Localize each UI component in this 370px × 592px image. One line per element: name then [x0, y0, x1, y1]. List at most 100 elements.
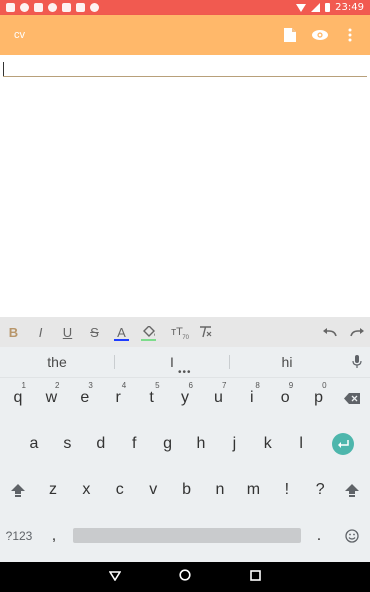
shift-left-key[interactable]	[2, 470, 34, 510]
shift-right-key[interactable]	[336, 470, 368, 510]
key-question[interactable]: ?	[304, 470, 336, 510]
key-row-4: ?123 , .	[0, 516, 370, 562]
undo-icon	[322, 327, 337, 336]
home-icon[interactable]	[179, 568, 192, 586]
undo-button[interactable]	[316, 317, 343, 347]
key-g[interactable]: g	[152, 424, 184, 464]
mic-icon[interactable]	[344, 355, 370, 369]
symbols-key[interactable]: ?123	[3, 516, 35, 556]
underline-button[interactable]: U	[54, 317, 81, 347]
key-j[interactable]: j	[218, 424, 250, 464]
backspace-key[interactable]	[336, 378, 368, 418]
screen: 23:49 cv B I U S A тT 70 the I hi ••• q …	[0, 0, 370, 592]
soft-keyboard: the I hi ••• q1w2e3r4t5y6u7i8o9p0 asdfgh…	[0, 347, 370, 562]
app-bar: cv	[0, 15, 370, 55]
recents-icon[interactable]	[250, 568, 261, 586]
key-i[interactable]: i	[236, 378, 268, 418]
key-row-2: asdfghjkl	[0, 424, 370, 470]
emoji-key[interactable]	[336, 516, 368, 556]
text-size-button[interactable]: тT 70	[162, 317, 192, 347]
text-color-swatch	[114, 339, 129, 341]
bold-button[interactable]: B	[0, 317, 27, 347]
format-toolbar: B I U S A тT 70	[0, 317, 370, 347]
key-x[interactable]: x	[70, 470, 102, 510]
key-z[interactable]: z	[37, 470, 69, 510]
key-n[interactable]: n	[204, 470, 236, 510]
clear-format-button[interactable]	[192, 317, 219, 347]
key-exclamation[interactable]: !	[271, 470, 303, 510]
key-h[interactable]: h	[185, 424, 217, 464]
text-size-value: 70	[182, 335, 189, 341]
fill-bucket-icon	[142, 326, 155, 337]
backspace-icon	[344, 392, 360, 404]
file-icon[interactable]	[282, 27, 298, 43]
app-icon	[90, 3, 99, 12]
document-title: cv	[14, 29, 25, 41]
key-q[interactable]: q	[2, 378, 34, 418]
key-k[interactable]: k	[252, 424, 284, 464]
key-r[interactable]: r	[102, 378, 134, 418]
key-l[interactable]: l	[285, 424, 317, 464]
enter-key[interactable]	[327, 424, 359, 464]
key-v[interactable]: v	[137, 470, 169, 510]
key-d[interactable]: d	[85, 424, 117, 464]
shift-icon	[11, 483, 25, 497]
key-m[interactable]: m	[237, 470, 269, 510]
redo-button[interactable]	[343, 317, 370, 347]
editor-area[interactable]	[0, 55, 370, 317]
eye-icon[interactable]	[312, 27, 328, 43]
status-bar: 23:49	[0, 0, 370, 15]
key-b[interactable]: b	[171, 470, 203, 510]
key-y[interactable]: y	[169, 378, 201, 418]
signal-icon	[311, 3, 321, 12]
text-size-label: тT	[171, 326, 183, 338]
play-icon	[62, 3, 71, 12]
suggestion-2[interactable]: I	[115, 354, 229, 370]
key-w[interactable]: w	[35, 378, 67, 418]
key-t[interactable]: t	[136, 378, 168, 418]
key-e[interactable]: e	[69, 378, 101, 418]
gmail-icon	[34, 3, 43, 12]
key-row-3: z x c v b n m!?	[0, 470, 370, 516]
text-cursor	[3, 62, 4, 77]
key-a[interactable]: a	[18, 424, 50, 464]
key-c[interactable]: c	[104, 470, 136, 510]
key-f[interactable]: f	[118, 424, 150, 464]
wifi-icon	[296, 3, 307, 12]
suggestion-1[interactable]: the	[0, 354, 114, 370]
comma-key[interactable]: ,	[38, 516, 70, 556]
status-time: 23:49	[335, 2, 364, 13]
message-icon	[76, 3, 85, 12]
text-color-label: A	[117, 324, 126, 340]
highlight-button[interactable]	[135, 317, 162, 347]
navigation-bar	[0, 562, 370, 592]
notification-icon	[48, 3, 57, 12]
more-suggestions-icon[interactable]: •••	[178, 368, 192, 378]
status-bar-notification-icons	[6, 3, 99, 12]
status-bar-system: 23:49	[296, 2, 364, 13]
more-vert-icon[interactable]	[342, 27, 358, 43]
editor-underline	[3, 76, 367, 77]
clear-format-icon	[200, 326, 212, 338]
space-key[interactable]	[73, 528, 301, 543]
key-o[interactable]: o	[269, 378, 301, 418]
period-key[interactable]: .	[303, 516, 335, 556]
enter-icon	[332, 433, 354, 455]
redo-icon	[349, 327, 364, 336]
app-bar-actions	[282, 27, 370, 43]
key-s[interactable]: s	[51, 424, 83, 464]
emoji-icon	[345, 529, 359, 543]
gmail-icon	[6, 3, 15, 12]
highlight-color-swatch	[141, 339, 156, 341]
suggestion-3[interactable]: hi	[230, 354, 344, 370]
key-u[interactable]: u	[202, 378, 234, 418]
skype-icon	[20, 3, 29, 12]
text-color-button[interactable]: A	[108, 317, 135, 347]
suggestion-strip: the I hi •••	[0, 347, 370, 378]
italic-button[interactable]: I	[27, 317, 54, 347]
key-row-1: q1w2e3r4t5y6u7i8o9p0	[0, 378, 370, 424]
back-icon[interactable]	[108, 568, 122, 586]
strikethrough-button[interactable]: S	[81, 317, 108, 347]
key-p[interactable]: p	[303, 378, 335, 418]
undo-redo-group	[316, 317, 370, 347]
